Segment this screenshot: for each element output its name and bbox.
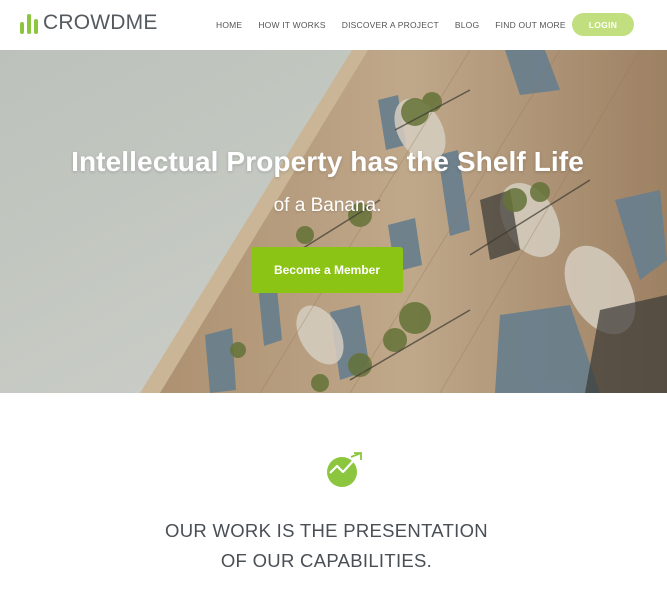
hero-subtitle: of a Banana.	[273, 195, 382, 216]
tagline-line-2: OF OUR CAPABILITIES.	[220, 550, 433, 571]
nav-item-blog[interactable]: BLOG	[455, 19, 479, 31]
nav-item-discover-a-project[interactable]: DISCOVER A PROJECT	[342, 19, 439, 31]
become-member-button[interactable]: Become a Member	[251, 247, 403, 293]
capabilities-section: OUR WORK IS THE PRESENTATION OF OUR CAPA…	[0, 393, 667, 603]
brand-logo[interactable]: CROWDME	[20, 12, 158, 34]
bar-chart-icon	[20, 13, 38, 34]
brand-name: CROWDME	[43, 11, 158, 34]
site-header: CROWDME HOME HOW IT WORKS DISCOVER A PRO…	[0, 0, 667, 50]
hero-overlay	[0, 50, 667, 393]
hero-title: Intellectual Property has the Shelf Life	[71, 146, 584, 177]
login-button[interactable]: LOGIN	[572, 13, 634, 36]
nav-item-how-it-works[interactable]: HOW IT WORKS	[258, 19, 325, 31]
main-nav: HOME HOW IT WORKS DISCOVER A PROJECT BLO…	[216, 19, 566, 31]
hero-banner: Intellectual Property has the Shelf Life…	[0, 50, 667, 393]
nav-item-home[interactable]: HOME	[216, 19, 242, 31]
tagline-line-1: OUR WORK IS THE PRESENTATION	[165, 520, 488, 541]
section-tagline: OUR WORK IS THE PRESENTATION OF OUR CAPA…	[0, 516, 653, 576]
nav-item-find-out-more[interactable]: FIND OUT MORE	[495, 19, 565, 31]
growth-arrow-icon	[327, 452, 362, 487]
